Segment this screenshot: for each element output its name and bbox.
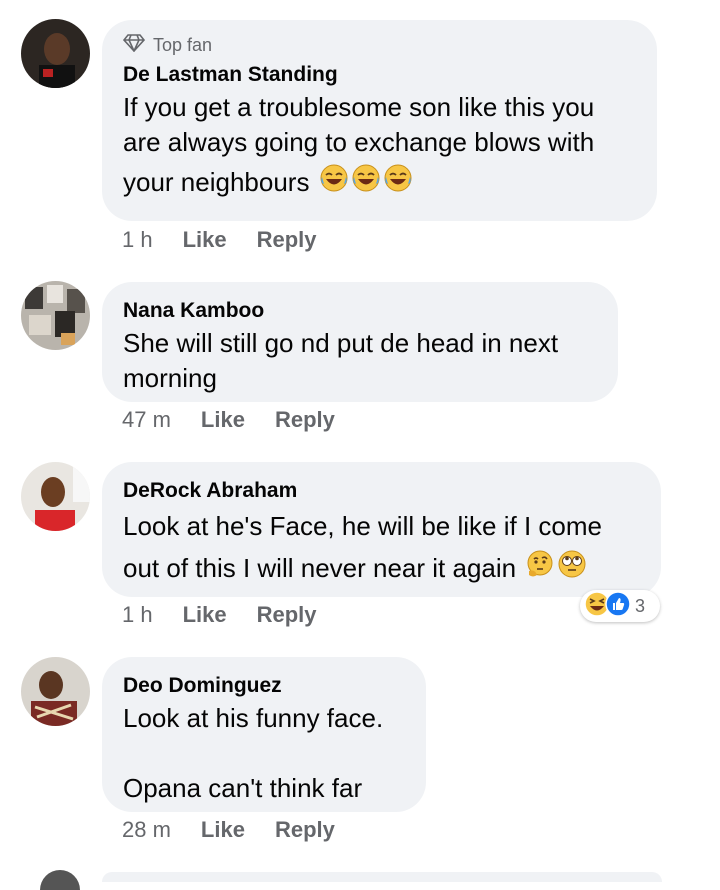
comment-author[interactable]: DeRock Abraham <box>123 476 639 506</box>
comment-text-line: Opana can't think far <box>123 773 363 803</box>
like-button[interactable]: Like <box>183 602 227 628</box>
avatar[interactable] <box>21 657 90 726</box>
comment-text-line: morning <box>123 363 217 393</box>
comment-meta: 1 h Like Reply <box>122 225 317 255</box>
tears-of-joy-icon <box>383 162 413 206</box>
top-fan-badge: Top fan <box>122 33 635 57</box>
comment-meta: 28 m Like Reply <box>122 815 335 845</box>
comment-time: 1 h <box>122 602 153 627</box>
comment-text-line: are always going to exchange blows with <box>123 127 595 157</box>
comment-author[interactable]: Deo Dominguez <box>123 671 404 701</box>
avatar[interactable] <box>21 281 90 350</box>
reaction-count: 3 <box>635 595 646 616</box>
avatar[interactable] <box>21 19 90 88</box>
comment-text-line: Look at he's Face, he will be like if I … <box>123 511 602 541</box>
reply-button[interactable]: Reply <box>257 602 317 628</box>
comment-time: 47 m <box>122 407 171 432</box>
comment-meta: 47 m Like Reply <box>122 405 335 435</box>
like-button[interactable]: Like <box>201 817 245 843</box>
diamond-icon <box>122 33 146 57</box>
avatar[interactable] <box>21 462 90 531</box>
comment-bubble: Deo Dominguez Look at his funny face. Op… <box>102 657 426 812</box>
rolling-eyes-icon <box>557 548 587 592</box>
comment-bubble: DeRock Abraham Look at he's Face, he wil… <box>102 462 661 597</box>
comment-author[interactable]: De Lastman Standing <box>123 60 635 90</box>
comment-bubble: Top fan De Lastman Standing If you get a… <box>102 20 657 221</box>
reply-button[interactable]: Reply <box>275 817 335 843</box>
comment-author[interactable]: Nana Kamboo <box>123 296 596 326</box>
like-button[interactable]: Like <box>201 407 245 433</box>
comment-meta: 1 h Like Reply <box>122 600 317 630</box>
thinking-face-icon <box>525 548 555 592</box>
comment-bubble: Nana Kamboo She will still go nd put de … <box>102 282 618 402</box>
reply-button[interactable]: Reply <box>275 407 335 433</box>
reaction-summary[interactable]: 3 <box>580 590 660 622</box>
tears-of-joy-icon <box>351 162 381 206</box>
like-button[interactable]: Like <box>183 227 227 253</box>
like-thumb-icon <box>605 590 631 622</box>
comment-text-line: She will still go nd put de head in next <box>123 328 559 358</box>
comment-time: 28 m <box>122 817 171 842</box>
top-fan-label: Top fan <box>153 34 213 55</box>
comment-text-line <box>123 736 404 771</box>
comment-text-line: Look at his funny face. <box>123 703 384 733</box>
reply-button[interactable]: Reply <box>257 227 317 253</box>
comment-text-line: out of this I will never near it again <box>123 553 517 583</box>
tears-of-joy-icon <box>319 162 349 206</box>
comment-text-line: your neighbours <box>123 167 310 197</box>
comment-time: 1 h <box>122 227 153 252</box>
comment-text-line: If you get a troublesome son like this y… <box>123 92 595 122</box>
next-comment-edge <box>40 870 80 890</box>
next-comment-bubble-edge <box>102 872 662 882</box>
